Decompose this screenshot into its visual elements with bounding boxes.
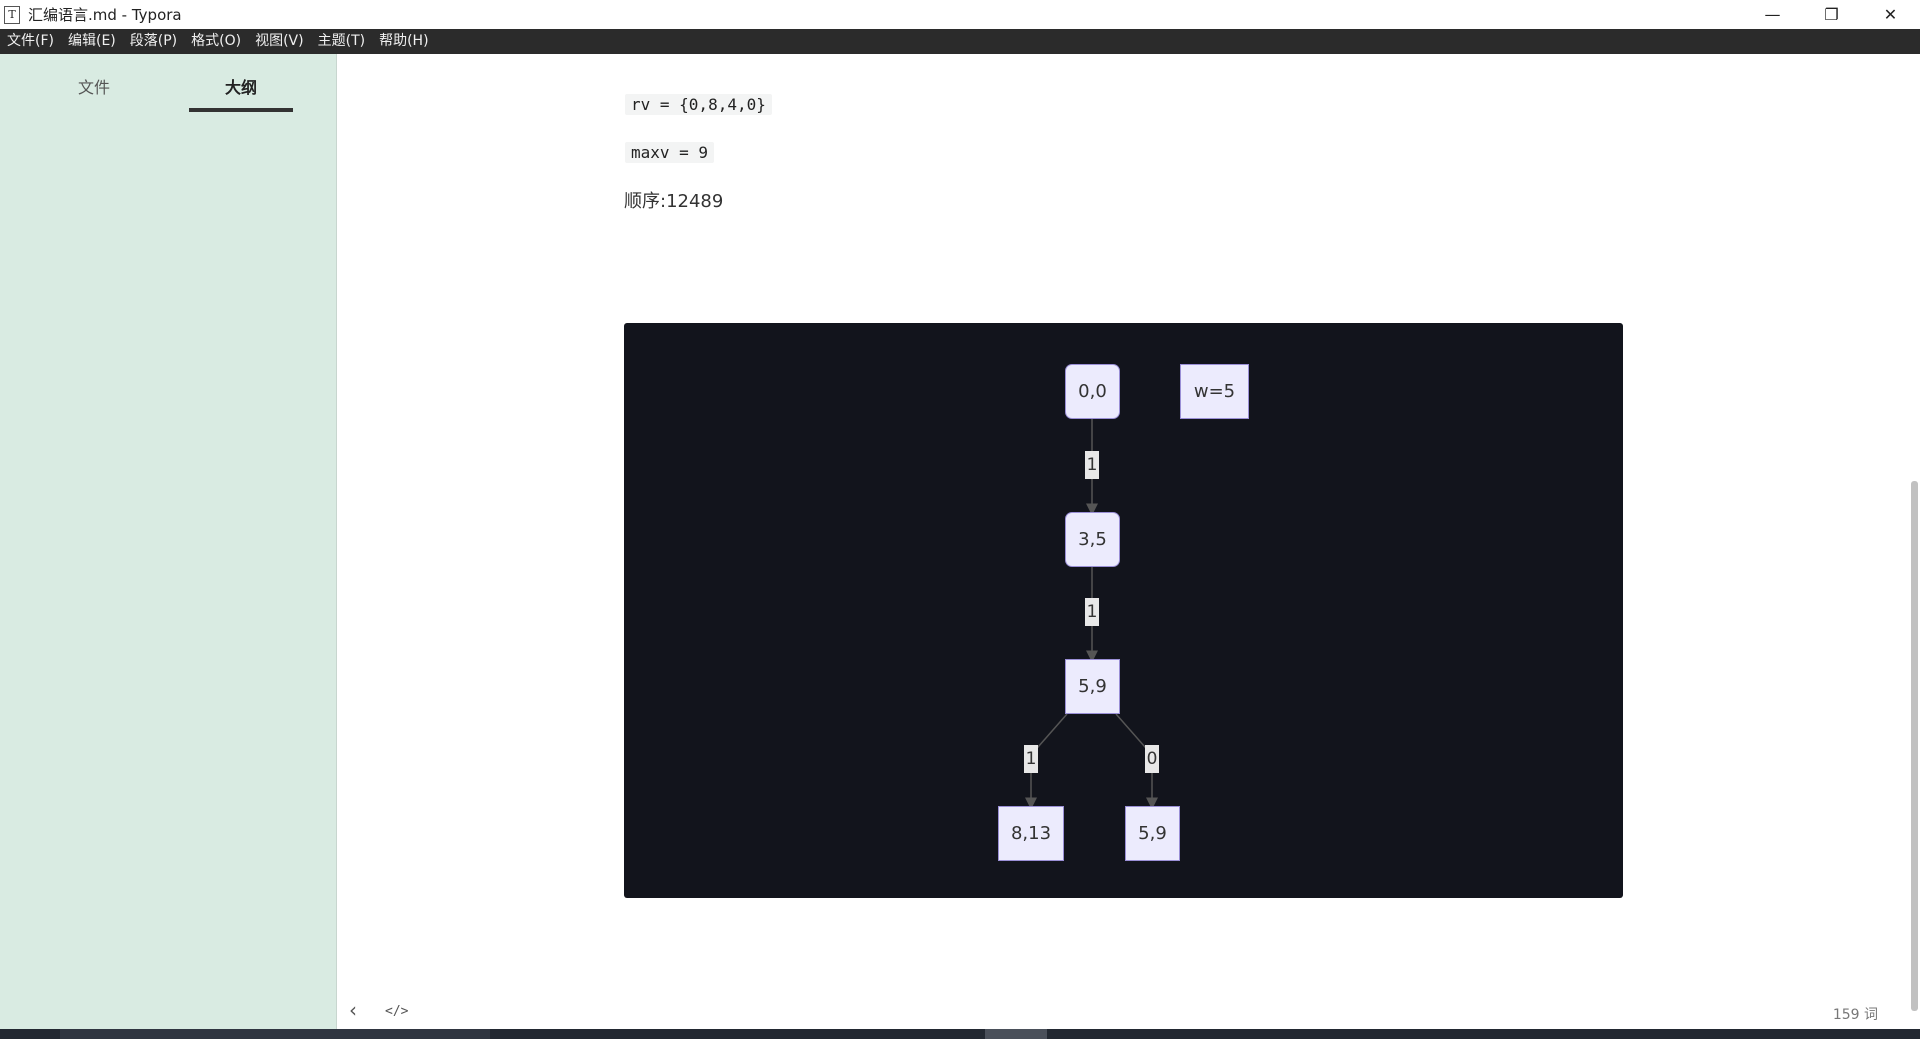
menu-format[interactable]: 格式(O) — [184, 29, 248, 54]
node-0-0: 0,0 — [1065, 364, 1120, 419]
node-5-9: 5,9 — [1065, 659, 1120, 714]
inline-code-rv: rv = {0,8,4,0} — [625, 94, 772, 115]
tab-outline[interactable]: 大纲 — [189, 72, 293, 112]
edge-label-1a: 1 — [1085, 451, 1099, 479]
node-weight: w=5 — [1180, 364, 1249, 419]
minimize-button[interactable]: — — [1743, 0, 1802, 29]
window-title: 汇编语言.md - Typora — [28, 6, 182, 24]
taskbar-segment-active — [985, 1029, 1047, 1039]
taskbar-segment — [60, 1029, 490, 1039]
typora-app-icon: T — [4, 5, 20, 24]
node-8-13: 8,13 — [998, 806, 1064, 861]
scrollbar-thumb[interactable] — [1911, 481, 1918, 1011]
restore-button[interactable]: ❐ — [1802, 0, 1861, 29]
sidebar: 文件 大纲 — [0, 54, 337, 1029]
menu-view[interactable]: 视图(V) — [248, 29, 311, 54]
source-code-mode-icon[interactable]: </> — [385, 1004, 408, 1019]
menu-file[interactable]: 文件(F) — [0, 29, 61, 54]
window-controls: — ❐ ✕ — [1743, 0, 1920, 29]
title-bar: T 汇编语言.md - Typora — ❐ ✕ — [0, 0, 1920, 29]
menu-edit[interactable]: 编辑(E) — [61, 29, 123, 54]
tab-files[interactable]: 文件 — [42, 72, 146, 108]
sidebar-tabs: 文件 大纲 — [0, 72, 336, 112]
taskbar-strip — [0, 1029, 1920, 1039]
close-button[interactable]: ✕ — [1861, 0, 1920, 29]
word-count[interactable]: 159 词 — [1833, 1004, 1878, 1024]
node-3-5: 3,5 — [1065, 512, 1120, 567]
edge-label-1b: 1 — [1085, 598, 1099, 626]
inline-code-maxv: maxv = 9 — [625, 142, 715, 163]
status-bar: ‹ </> 159 词 — [337, 998, 1908, 1028]
menu-help[interactable]: 帮助(H) — [372, 29, 435, 54]
edge-label-0: 0 — [1145, 745, 1159, 773]
vertical-scrollbar[interactable] — [1908, 54, 1920, 1029]
menu-bar: 文件(F) 编辑(E) 段落(P) 格式(O) 视图(V) 主题(T) 帮助(H… — [0, 29, 1920, 54]
menu-theme[interactable]: 主题(T) — [311, 29, 372, 54]
order-paragraph: 顺序:12489 — [624, 191, 724, 212]
menu-paragraph[interactable]: 段落(P) — [123, 29, 184, 54]
diagram-edges — [1025, 419, 1158, 810]
toggle-sidebar-icon[interactable]: ‹ — [349, 998, 357, 1022]
flowchart-diagram[interactable]: 0,0 w=5 3,5 5,9 8,13 5,9 1 1 1 0 — [624, 323, 1623, 898]
node-5-9-leaf: 5,9 — [1125, 806, 1180, 861]
edge-label-1c: 1 — [1024, 745, 1038, 773]
